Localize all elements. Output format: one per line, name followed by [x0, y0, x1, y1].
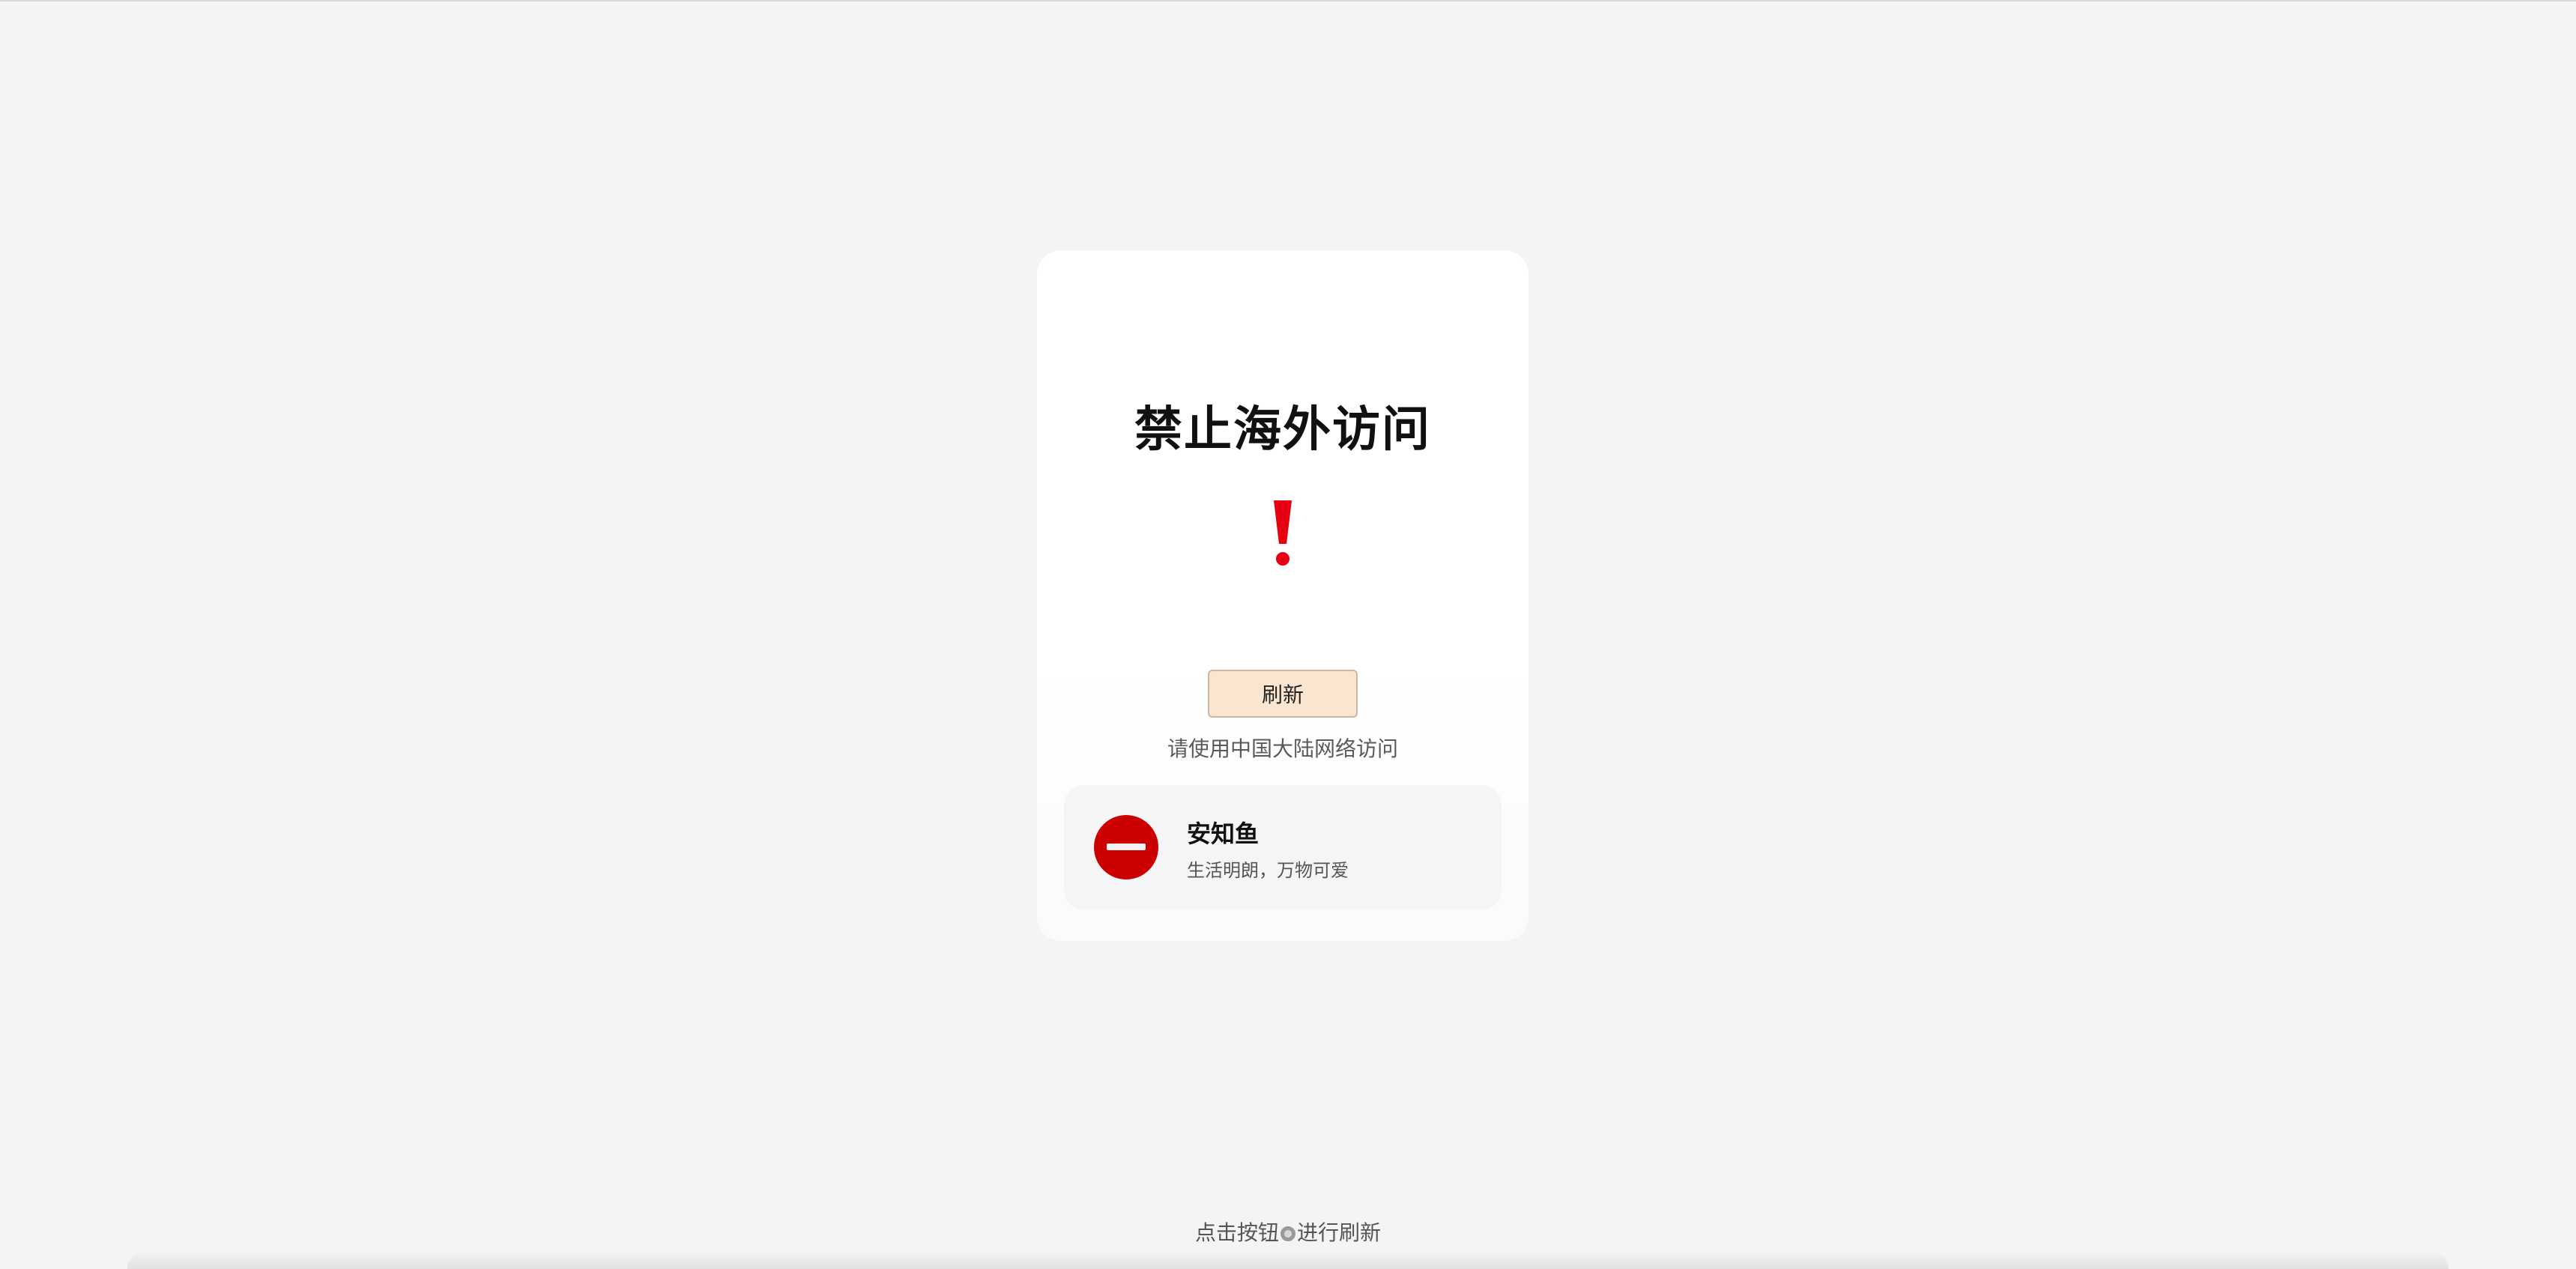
bottom-shadow	[127, 1251, 2449, 1269]
footer-suffix: 进行刷新	[1297, 1220, 1382, 1245]
top-border	[0, 0, 2576, 1]
exclamation-icon	[1037, 497, 1529, 572]
footer-note: 点击按钮 进行刷新	[0, 1217, 2576, 1247]
footer-prefix: 点击按钮	[1194, 1220, 1279, 1245]
refresh-icon[interactable]	[1281, 1226, 1295, 1241]
profile-motto: 生活明朗，万物可爱	[1187, 860, 1349, 881]
no-entry-icon	[1094, 815, 1158, 879]
profile-card[interactable]: 安知鱼 生活明朗，万物可爱	[1064, 785, 1502, 909]
blocked-access-card: 禁止海外访问 刷新 请使用中国大陆网络访问 安知鱼 生活明朗，万物可爱	[1037, 250, 1529, 941]
access-hint: 请使用中国大陆网络访问	[1167, 736, 1398, 761]
page-title: 禁止海外访问	[1134, 402, 1431, 458]
refresh-button[interactable]: 刷新	[1208, 670, 1358, 718]
profile-name: 安知鱼	[1187, 820, 1260, 848]
